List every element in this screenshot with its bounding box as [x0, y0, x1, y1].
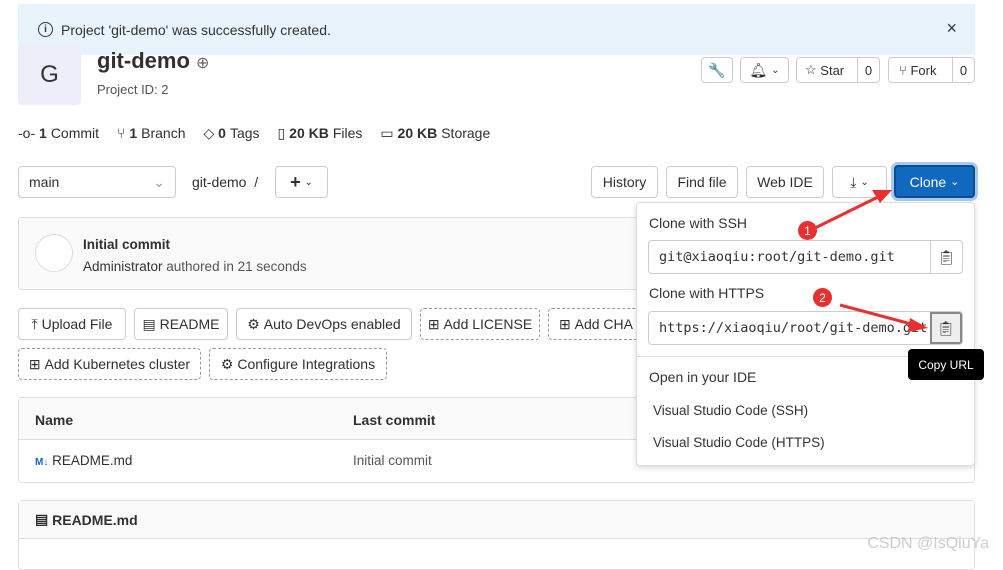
arrow-2-head [908, 318, 928, 332]
arrow-2 [839, 303, 916, 327]
annotation-marker-2: 2 [813, 288, 832, 307]
annotation-arrows [814, 190, 928, 332]
annotation-marker-1: 1 [798, 221, 817, 240]
arrow-1-head [872, 190, 892, 203]
arrow-1 [814, 194, 881, 230]
watermark: CSDN @IsQiuYa [867, 535, 989, 552]
